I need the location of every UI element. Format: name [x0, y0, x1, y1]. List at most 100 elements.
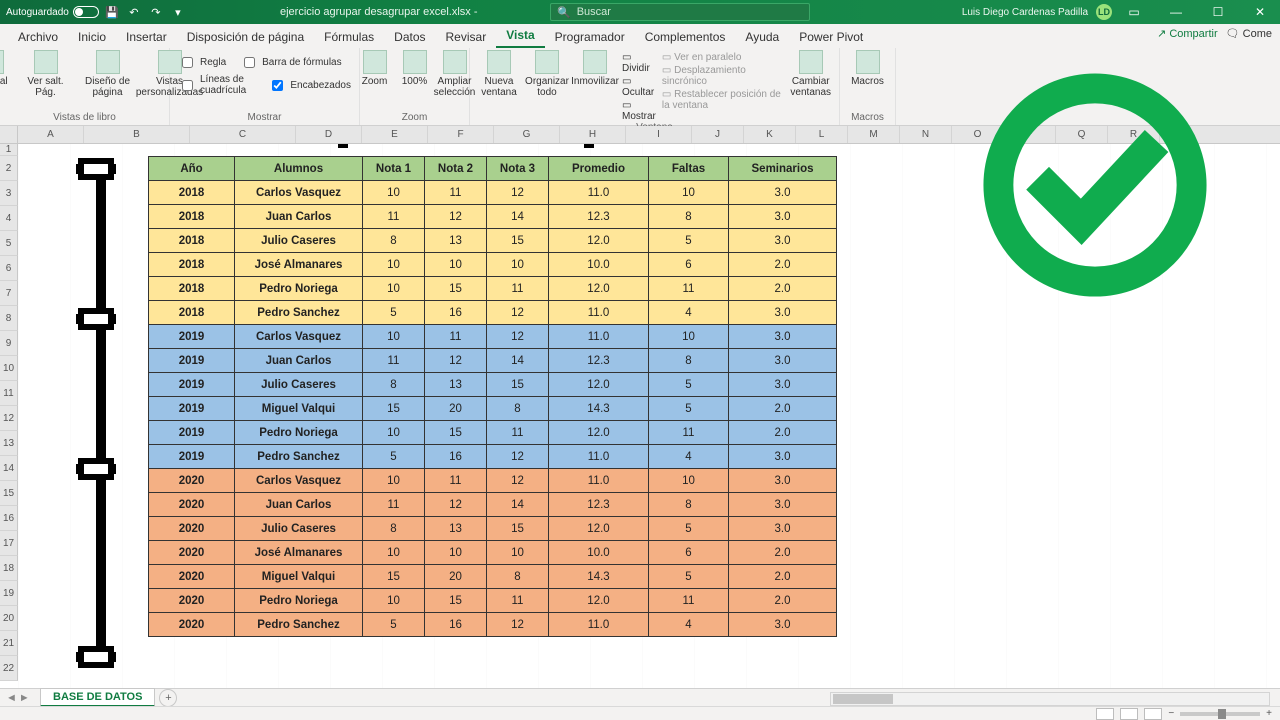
col-header-G[interactable]: G	[494, 126, 560, 143]
select-all-corner[interactable]	[0, 126, 18, 144]
table-row[interactable]: 2018Julio Caseres8131512.053.0	[149, 229, 837, 253]
table-row[interactable]: 2018José Almanares10101010.062.0	[149, 253, 837, 277]
col-header-D[interactable]: D	[296, 126, 362, 143]
menu-tab-disposición-de-página[interactable]: Disposición de página	[177, 26, 314, 48]
row-header-15[interactable]: 15	[0, 481, 18, 506]
table-cell[interactable]: 2.0	[729, 421, 837, 445]
ribbon-opt-mostrar[interactable]: ▭ Mostrar	[622, 100, 656, 122]
table-cell[interactable]: 2020	[149, 493, 235, 517]
table-cell[interactable]: 2019	[149, 349, 235, 373]
zoom-in-icon[interactable]: +	[1266, 708, 1272, 719]
qat-more-icon[interactable]: ▾	[169, 3, 187, 21]
table-row[interactable]: 2019Carlos Vasquez10111211.0103.0	[149, 325, 837, 349]
row-header-22[interactable]: 22	[0, 656, 18, 681]
table-cell[interactable]: 4	[649, 301, 729, 325]
maximize-icon[interactable]: ☐	[1198, 0, 1238, 24]
row-header-11[interactable]: 11	[0, 381, 18, 406]
ribbon-btn-nueva-ventana[interactable]: Nueva ventana	[478, 50, 520, 98]
table-row[interactable]: 2018Juan Carlos11121412.383.0	[149, 205, 837, 229]
col-header-I[interactable]: I	[626, 126, 692, 143]
new-sheet-button[interactable]: +	[159, 689, 177, 707]
table-cell[interactable]: Pedro Noriega	[235, 277, 363, 301]
table-cell[interactable]: 2.0	[729, 589, 837, 613]
table-cell[interactable]: 5	[649, 229, 729, 253]
table-cell[interactable]: 10	[649, 325, 729, 349]
row-group-node-1[interactable]	[78, 158, 114, 180]
table-cell[interactable]: 12.3	[549, 349, 649, 373]
table-cell[interactable]: 5	[649, 397, 729, 421]
table-cell[interactable]: Carlos Vasquez	[235, 469, 363, 493]
table-cell[interactable]: Julio Caseres	[235, 229, 363, 253]
row-header-6[interactable]: 6	[0, 256, 18, 281]
table-header[interactable]: Nota 2	[425, 157, 487, 181]
table-cell[interactable]: 3.0	[729, 613, 837, 637]
table-row[interactable]: 2020Pedro Sanchez5161211.043.0	[149, 613, 837, 637]
row-header-9[interactable]: 9	[0, 331, 18, 356]
table-cell[interactable]: 11	[487, 589, 549, 613]
row-header-8[interactable]: 8	[0, 306, 18, 331]
ribbon-btn-dise-o-de-p-gina[interactable]: Diseño de página	[80, 50, 136, 98]
row-group-node-3[interactable]	[78, 458, 114, 480]
table-cell[interactable]: 12	[425, 349, 487, 373]
search-input[interactable]: 🔍 Buscar	[550, 3, 810, 21]
col-header-E[interactable]: E	[362, 126, 428, 143]
table-header[interactable]: Nota 1	[363, 157, 425, 181]
table-cell[interactable]: 11	[425, 469, 487, 493]
table-cell[interactable]: 2.0	[729, 253, 837, 277]
table-header[interactable]: Año	[149, 157, 235, 181]
table-cell[interactable]: 11.0	[549, 181, 649, 205]
table-cell[interactable]: 12	[487, 181, 549, 205]
table-cell[interactable]: 12	[425, 205, 487, 229]
row-group-node-2[interactable]	[78, 308, 114, 330]
avatar[interactable]: LD	[1096, 4, 1112, 20]
table-cell[interactable]: 16	[425, 613, 487, 637]
table-cell[interactable]: Julio Caseres	[235, 517, 363, 541]
table-row[interactable]: 2019Pedro Sanchez5161211.043.0	[149, 445, 837, 469]
menu-tab-fórmulas[interactable]: Fórmulas	[314, 26, 384, 48]
table-cell[interactable]: 15	[425, 421, 487, 445]
table-cell[interactable]: 8	[649, 205, 729, 229]
table-row[interactable]: 2020Juan Carlos11121412.383.0	[149, 493, 837, 517]
table-cell[interactable]: Juan Carlos	[235, 349, 363, 373]
data-table[interactable]: AñoAlumnosNota 1Nota 2Nota 3PromedioFalt…	[148, 156, 837, 637]
table-cell[interactable]: 3.0	[729, 205, 837, 229]
table-cell[interactable]: 11	[649, 589, 729, 613]
col-header-M[interactable]: M	[848, 126, 900, 143]
table-cell[interactable]: 5	[649, 373, 729, 397]
table-cell[interactable]: 14	[487, 493, 549, 517]
ribbon-opt-dividir[interactable]: ▭ Dividir	[622, 52, 656, 74]
table-cell[interactable]: 11	[363, 349, 425, 373]
macros-button[interactable]: Macros	[846, 50, 890, 87]
table-cell[interactable]: 2019	[149, 373, 235, 397]
table-cell[interactable]: 10	[363, 253, 425, 277]
table-cell[interactable]: 3.0	[729, 469, 837, 493]
share-button[interactable]: ↗ Compartir	[1157, 27, 1218, 40]
row-header-2[interactable]: 2	[0, 156, 18, 181]
table-cell[interactable]: 2020	[149, 517, 235, 541]
table-cell[interactable]: 8	[649, 493, 729, 517]
table-cell[interactable]: 12.3	[549, 493, 649, 517]
menu-tab-complementos[interactable]: Complementos	[635, 26, 736, 48]
col-header-J[interactable]: J	[692, 126, 744, 143]
horizontal-scrollbar[interactable]	[830, 692, 1270, 706]
table-cell[interactable]: 11	[425, 181, 487, 205]
table-cell[interactable]: Juan Carlos	[235, 205, 363, 229]
table-row[interactable]: 2018Pedro Sanchez5161211.043.0	[149, 301, 837, 325]
table-cell[interactable]: 2.0	[729, 565, 837, 589]
table-row[interactable]: 2019Julio Caseres8131512.053.0	[149, 373, 837, 397]
close-icon[interactable]: ✕	[1240, 0, 1280, 24]
table-row[interactable]: 2019Juan Carlos11121412.383.0	[149, 349, 837, 373]
table-cell[interactable]: 15	[363, 397, 425, 421]
ribbon-display-icon[interactable]: ▭	[1114, 0, 1154, 24]
table-cell[interactable]: 3.0	[729, 325, 837, 349]
table-cell[interactable]: 12	[487, 445, 549, 469]
table-cell[interactable]: 8	[363, 517, 425, 541]
table-cell[interactable]: 2018	[149, 301, 235, 325]
col-header-A[interactable]: A	[18, 126, 84, 143]
row-header-3[interactable]: 3	[0, 181, 18, 206]
table-row[interactable]: 2019Miguel Valqui1520814.352.0	[149, 397, 837, 421]
table-header[interactable]: Alumnos	[235, 157, 363, 181]
table-cell[interactable]: 2020	[149, 589, 235, 613]
table-header[interactable]: Nota 3	[487, 157, 549, 181]
table-cell[interactable]: 12	[487, 325, 549, 349]
